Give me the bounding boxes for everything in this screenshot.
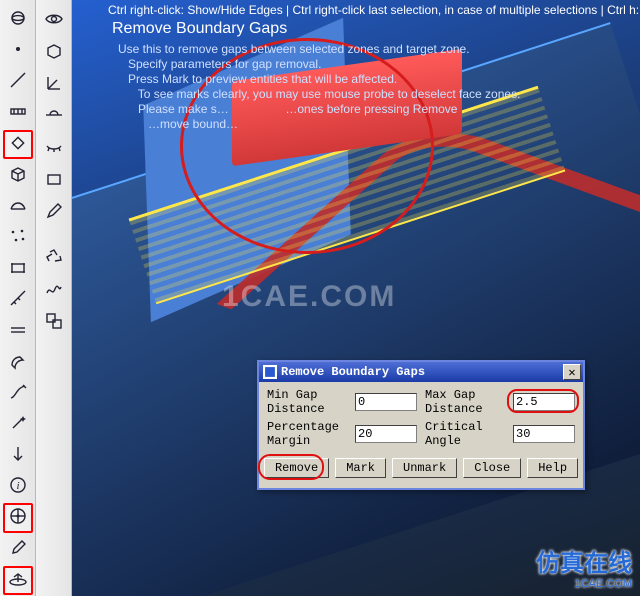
dot-button[interactable] xyxy=(3,36,33,65)
hint-bar: Ctrl right-click: Show/Hide Edges | Ctrl… xyxy=(108,2,640,18)
cube-icon xyxy=(8,164,28,187)
ruler-z-icon xyxy=(8,288,28,311)
svg-text:i: i xyxy=(16,480,19,492)
info-button[interactable]: i xyxy=(3,472,33,501)
eye-shape-icon xyxy=(44,9,64,32)
close-button[interactable]: Close xyxy=(463,458,521,478)
footer-brand: 仿真在线 1CAE.COM xyxy=(536,543,632,590)
left-toolbar-2 xyxy=(36,0,72,596)
horizon-button[interactable] xyxy=(39,101,69,131)
help-button[interactable]: Help xyxy=(527,458,578,478)
help-title: Remove Boundary Gaps xyxy=(112,20,287,38)
eye-lash-icon xyxy=(44,137,64,160)
scale-icon xyxy=(44,311,64,334)
sphere-button[interactable] xyxy=(3,5,33,34)
wand-button[interactable] xyxy=(3,410,33,439)
pipe-icon xyxy=(8,351,28,374)
dot-icon xyxy=(8,39,28,62)
cube-button[interactable] xyxy=(3,161,33,190)
watermark: 1CAE.COM xyxy=(222,280,396,314)
recycle-icon xyxy=(44,247,64,270)
viewport-3d[interactable]: Ctrl right-click: Show/Hide Edges | Ctrl… xyxy=(72,0,640,596)
squiggle-button[interactable] xyxy=(39,275,69,305)
curve-axis-button[interactable] xyxy=(3,379,33,408)
pct-margin-label: Percentage Margin xyxy=(267,420,355,448)
compass-button[interactable] xyxy=(3,503,33,532)
ruler-button[interactable] xyxy=(3,98,33,127)
eyedropper-icon xyxy=(8,538,28,561)
curve-axis-icon xyxy=(8,382,28,405)
dialog-button-row: Remove Mark Unmark Close Help xyxy=(267,458,575,478)
scale-button[interactable] xyxy=(39,307,69,337)
squiggle-icon xyxy=(44,279,64,302)
help-line: Press Mark to preview entities that will… xyxy=(118,72,520,87)
points-group-button[interactable] xyxy=(3,223,33,252)
help-line: …move bound… xyxy=(118,117,520,132)
help-line: Specify parameters for gap removal. xyxy=(118,57,520,72)
rect-icon xyxy=(44,169,64,192)
axis-tool-button[interactable] xyxy=(39,69,69,99)
sphere-icon xyxy=(8,8,28,31)
cube-hollow-icon xyxy=(44,41,64,64)
ruler-z-button[interactable] xyxy=(3,285,33,314)
horizon-icon xyxy=(44,105,64,128)
recycle-button[interactable] xyxy=(39,243,69,273)
help-line: To see marks clearly, you may use mouse … xyxy=(118,87,520,102)
critical-angle-label: Critical Angle xyxy=(425,420,513,448)
dialog-title: Remove Boundary Gaps xyxy=(281,365,425,379)
axis-tool-icon xyxy=(44,73,64,96)
line-button[interactable] xyxy=(3,67,33,96)
arrow-down-icon xyxy=(8,444,28,467)
diamond-button[interactable] xyxy=(3,130,33,159)
compass-icon xyxy=(8,506,28,529)
bbox-icon xyxy=(8,257,28,280)
annotation-remove-btn xyxy=(258,454,324,480)
pencil-icon xyxy=(44,201,64,224)
diamond-icon xyxy=(8,133,28,156)
annotation-max-gap xyxy=(507,389,579,413)
eyedropper-button[interactable] xyxy=(3,535,33,564)
fan-icon-button[interactable] xyxy=(3,566,33,595)
remove-boundary-gaps-dialog: Remove Boundary Gaps ✕ Min Gap Distance … xyxy=(257,360,585,490)
unmark-button[interactable]: Unmark xyxy=(392,458,457,478)
help-line: Use this to remove gaps between selected… xyxy=(118,42,520,57)
dialog-close-button[interactable]: ✕ xyxy=(563,364,581,380)
dialog-app-icon xyxy=(263,365,277,379)
footer-url: 1CAE.COM xyxy=(536,578,632,590)
pipe-button[interactable] xyxy=(3,348,33,377)
max-gap-label: Max Gap Distance xyxy=(425,388,513,416)
left-toolbar-1: i xyxy=(0,0,36,596)
double-line-button[interactable] xyxy=(3,317,33,346)
surface-icon xyxy=(8,195,28,218)
critical-angle-input[interactable] xyxy=(513,425,575,443)
surface-button[interactable] xyxy=(3,192,33,221)
bbox-button[interactable] xyxy=(3,254,33,283)
double-line-icon xyxy=(8,320,28,343)
mark-button[interactable]: Mark xyxy=(335,458,386,478)
eye-lash-button[interactable] xyxy=(39,133,69,163)
dialog-body: Min Gap Distance Max Gap Distance Percen… xyxy=(259,382,583,488)
points-group-icon xyxy=(8,226,28,249)
rect-button[interactable] xyxy=(39,165,69,195)
line-icon xyxy=(8,70,28,93)
ruler-icon xyxy=(8,101,28,124)
cube-hollow-button[interactable] xyxy=(39,37,69,67)
min-gap-input[interactable] xyxy=(355,393,417,411)
arrow-down-button[interactable] xyxy=(3,441,33,470)
help-line: Please make s… …ones before pressing Rem… xyxy=(118,102,520,117)
dialog-titlebar[interactable]: Remove Boundary Gaps ✕ xyxy=(259,362,583,382)
fan-icon-icon xyxy=(8,569,28,592)
info-icon: i xyxy=(8,475,28,498)
min-gap-label: Min Gap Distance xyxy=(267,388,355,416)
help-body: Use this to remove gaps between selected… xyxy=(118,42,520,132)
pencil-button[interactable] xyxy=(39,197,69,227)
wand-icon xyxy=(8,413,28,436)
pct-margin-input[interactable] xyxy=(355,425,417,443)
eye-shape-button[interactable] xyxy=(39,5,69,35)
